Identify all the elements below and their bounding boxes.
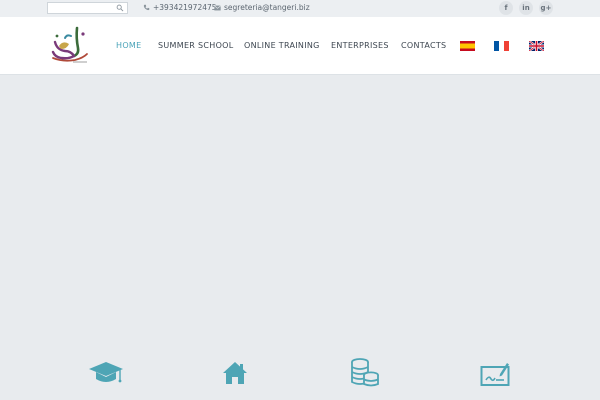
nav-online-training[interactable]: ONLINE TRAINING — [244, 41, 320, 50]
linkedin-icon[interactable]: in — [519, 1, 533, 15]
certificate-icon — [480, 363, 510, 386]
uk-flag-icon[interactable] — [529, 41, 544, 51]
french-flag-icon[interactable] — [494, 41, 509, 51]
nav-enterprises[interactable]: ENTERPRISES — [331, 41, 389, 50]
top-bar: +393421972475 segreteria@tangeri.biz f i… — [0, 0, 600, 17]
logo-calligraphy[interactable] — [47, 24, 93, 68]
graduation-cap-icon — [89, 362, 123, 383]
email-address[interactable]: segreteria@tangeri.biz — [224, 3, 310, 12]
coins-icon — [351, 358, 379, 387]
search-input[interactable] — [50, 3, 112, 13]
phone-contact: +393421972475 — [143, 3, 217, 13]
nav-home[interactable]: HOME — [116, 41, 141, 50]
hero-slider — [0, 75, 600, 400]
nav-summer-school[interactable]: SUMMER SCHOOL — [158, 41, 234, 50]
nav-contacts[interactable]: CONTACTS — [401, 41, 446, 50]
home-icon — [223, 362, 247, 384]
search-box[interactable] — [47, 2, 128, 14]
main-header: HOME SUMMER SCHOOL ONLINE TRAINING ENTER… — [0, 17, 600, 75]
phone-number[interactable]: +393421972475 — [153, 3, 217, 12]
search-icon[interactable] — [116, 4, 124, 12]
envelope-icon — [214, 5, 221, 11]
facebook-icon[interactable]: f — [499, 1, 513, 15]
email-contact: segreteria@tangeri.biz — [214, 3, 310, 13]
spanish-flag-icon[interactable] — [460, 41, 475, 51]
phone-icon — [143, 4, 150, 11]
google-plus-icon[interactable]: g+ — [539, 1, 553, 15]
